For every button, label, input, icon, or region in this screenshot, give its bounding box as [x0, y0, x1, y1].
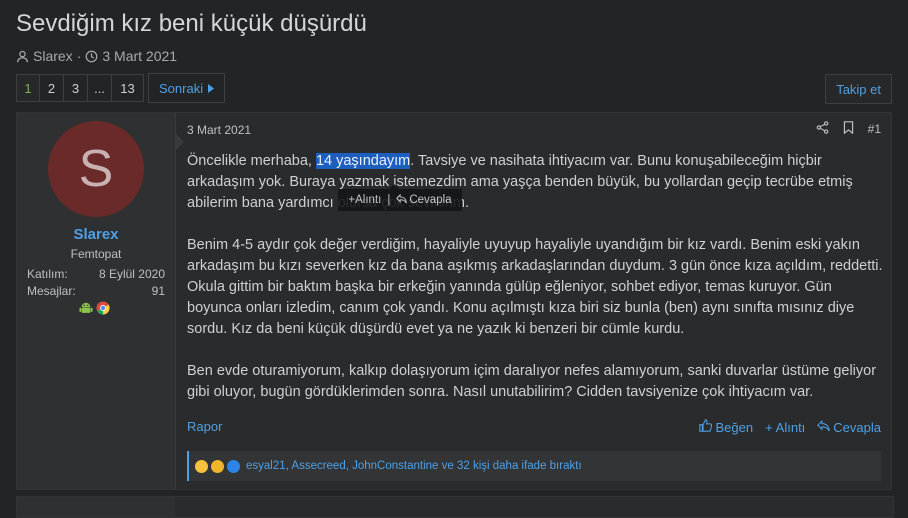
selected-text: 14 yaşındayım	[315, 153, 411, 169]
post-paragraph-1: Öncelikle merhaba, 14 yaşındayım. Tavsiy…	[187, 151, 887, 214]
reply-label: Cevapla	[833, 419, 881, 435]
chrome-icon	[96, 301, 110, 320]
post-actions-top: #1	[816, 121, 881, 137]
next-post-preview	[16, 496, 894, 518]
quote-label: Alıntı	[775, 419, 806, 435]
post-user-sidebar: S Slarex Femtopat Katılım: 8 Eylül 2020 …	[17, 113, 176, 489]
next-post-sidebar	[17, 497, 175, 517]
reply-button[interactable]: Cevapla	[817, 419, 881, 435]
messages-stat: Mesajlar: 91	[27, 284, 165, 298]
reactions-bar: esyal21, Assecreed, JohnConstantine ve 3…	[187, 451, 881, 481]
p1-text-before: Öncelikle merhaba,	[187, 153, 316, 169]
user-title: Femtopat	[70, 247, 122, 261]
popup-quote-button[interactable]: +Alıntı	[348, 194, 381, 206]
post-date[interactable]: 3 Mart 2021	[187, 123, 251, 137]
share-icon[interactable]	[816, 121, 829, 137]
post-paragraph-2: Benim 4-5 aydır çok değer verdiğim, haya…	[187, 237, 883, 337]
sad-face-icon	[195, 459, 208, 473]
thumbs-up-icon	[699, 419, 713, 435]
popup-divider: |	[387, 194, 391, 206]
post-paragraph-3: Ben evde oturamiyorum, kalkıp dolaşıyoru…	[187, 363, 877, 400]
user-icon	[16, 50, 29, 63]
post-number-link[interactable]: #1	[868, 122, 881, 136]
messages-value[interactable]: 91	[152, 284, 165, 298]
thread-title: Sevdiğim kız beni küçük düşürdü	[16, 10, 367, 37]
sidebar-pointer	[175, 133, 184, 151]
page-3-button[interactable]: 3	[64, 74, 88, 102]
quote-button[interactable]: + Alıntı	[765, 420, 805, 435]
post-main: 3 Mart 2021 #1 Öncelikle merhaba, 14 yaş…	[187, 113, 891, 489]
thread-author-link[interactable]: Slarex	[33, 48, 73, 64]
follow-button[interactable]: Takip et	[825, 74, 892, 104]
selection-popup: +Alıntı | Cevapla	[338, 189, 462, 211]
joined-stat: Katılım: 8 Eylül 2020	[27, 267, 165, 281]
user-badges	[79, 301, 110, 320]
page-13-button[interactable]: 13	[112, 74, 144, 102]
username-link[interactable]: Slarex	[17, 226, 175, 243]
page-ellipsis-button[interactable]: ...	[88, 74, 112, 102]
pagination: 1 2 3 ... 13 Sonraki	[16, 73, 226, 103]
separator: ·	[76, 48, 82, 64]
like-reaction-icon	[227, 459, 240, 473]
joined-value: 8 Eylül 2020	[98, 267, 165, 281]
next-page-label: Sonraki	[159, 80, 204, 96]
popup-quote-label: Alıntı	[355, 194, 382, 206]
caret-right-icon	[208, 81, 215, 96]
thread-meta: Slarex · 3 Mart 2021	[16, 48, 177, 64]
page-1-button[interactable]: 1	[16, 74, 40, 102]
popup-reply-button[interactable]: Cevapla	[396, 193, 452, 207]
joined-label: Katılım:	[27, 267, 68, 281]
messages-label: Mesajlar:	[27, 284, 76, 298]
like-button[interactable]: Beğen	[699, 419, 753, 435]
thread-date[interactable]: 3 Mart 2021	[102, 48, 177, 64]
avatar[interactable]: S	[48, 121, 144, 217]
post-actions-bottom: Beğen + Alıntı Cevapla	[699, 419, 881, 435]
android-icon	[79, 301, 93, 320]
reply-icon	[817, 419, 831, 435]
popup-reply-label: Cevapla	[409, 194, 452, 206]
like-label: Beğen	[715, 419, 754, 435]
laughing-face-icon	[211, 459, 224, 473]
reply-icon	[396, 193, 408, 207]
avatar-initial: S	[78, 140, 114, 198]
clock-icon	[85, 50, 98, 63]
reactions-summary-link[interactable]: esyal21, Assecreed, JohnConstantine ve 3…	[246, 460, 582, 472]
page-2-button[interactable]: 2	[40, 74, 64, 102]
post-1: S Slarex Femtopat Katılım: 8 Eylül 2020 …	[16, 112, 892, 490]
report-link[interactable]: Rapor	[187, 419, 222, 434]
bookmark-icon[interactable]	[843, 121, 854, 137]
next-page-button[interactable]: Sonraki	[148, 73, 226, 103]
post-body: Öncelikle merhaba, 14 yaşındayım. Tavsiy…	[187, 151, 887, 424]
